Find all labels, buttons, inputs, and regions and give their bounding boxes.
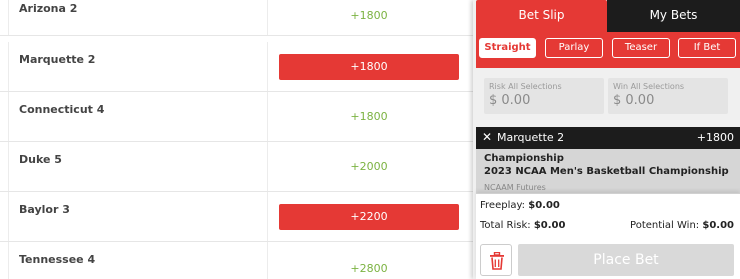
total-risk-summary: Total Risk: $0.00	[480, 220, 565, 231]
total-risk-value: $0.00	[533, 220, 566, 231]
clear-slip-button[interactable]	[480, 244, 512, 276]
selection-market: Championship	[484, 153, 564, 164]
win-all-value: $ 0.00	[613, 93, 655, 108]
team-name: Baylor 3	[19, 203, 70, 216]
odds-row: Tennessee 4 +2800	[0, 242, 476, 279]
tab-my-bets[interactable]: My Bets	[607, 0, 740, 32]
team-cell: Marquette 2	[8, 42, 268, 91]
team-cell: Arizona 2	[8, 0, 268, 35]
odds-button[interactable]: +1800	[279, 104, 459, 130]
team-name: Arizona 2	[19, 2, 78, 15]
odds-row: Marquette 2 +1800	[0, 42, 476, 92]
team-name: Duke 5	[19, 153, 62, 166]
team-cell: Baylor 3	[8, 192, 268, 241]
bet-slip-tabs: Bet Slip My Bets	[473, 0, 740, 32]
bet-type-if-bet[interactable]: If Bet	[678, 38, 736, 58]
potential-win-summary: Potential Win: $0.00	[630, 220, 734, 231]
odds-button[interactable]: +2800	[279, 256, 459, 279]
odds-button[interactable]: +2000	[279, 154, 459, 180]
freeplay-label: Freeplay:	[480, 200, 526, 211]
selection-event: 2023 NCAA Men's Basketball Championship	[484, 166, 729, 177]
selection-header: ✕ Marquette 2 +1800	[476, 127, 740, 149]
close-icon[interactable]: ✕	[482, 130, 492, 144]
selection-team: Marquette 2	[497, 131, 565, 144]
potential-win-value: $0.00	[702, 220, 734, 231]
bet-type-parlay[interactable]: Parlay	[545, 38, 603, 58]
odds-button[interactable]: +1800	[279, 3, 459, 29]
bet-slip-panel: Bet Slip My Bets Straight Parlay Teaser …	[473, 0, 740, 279]
risk-all-input[interactable]: Risk All Selections $ 0.00	[484, 78, 604, 114]
bet-type-bar: Straight Parlay Teaser If Bet	[476, 32, 740, 68]
odds-row: Duke 5 +2000	[0, 142, 476, 192]
team-name: Connecticut 4	[19, 103, 105, 116]
odds-button-selected[interactable]: +1800	[279, 54, 459, 80]
selection-odds: +1800	[696, 131, 734, 144]
selection-card: ✕ Marquette 2 +1800 Championship 2023 NC…	[476, 127, 740, 195]
tab-bet-slip[interactable]: Bet Slip	[476, 0, 607, 32]
place-bet-button[interactable]: Place Bet	[518, 244, 734, 276]
team-cell: Tennessee 4	[8, 242, 268, 279]
bet-type-straight[interactable]: Straight	[479, 38, 536, 58]
risk-all-label: Risk All Selections	[489, 82, 562, 91]
selection-league: NCAAM Futures	[484, 183, 546, 192]
team-name: Tennessee 4	[19, 253, 96, 266]
bet-slip-footer: Freeplay: $0.00 Total Risk: $0.00 Potent…	[476, 193, 740, 279]
team-cell: Duke 5	[8, 142, 268, 191]
bet-type-teaser[interactable]: Teaser	[612, 38, 670, 58]
team-name: Marquette 2	[19, 53, 96, 66]
win-all-label: Win All Selections	[613, 82, 685, 91]
odds-row: Arizona 2 +1800	[0, 0, 476, 36]
odds-row: Connecticut 4 +1800	[0, 92, 476, 142]
total-risk-label: Total Risk:	[480, 220, 531, 231]
trash-icon	[490, 252, 504, 270]
win-all-input[interactable]: Win All Selections $ 0.00	[608, 78, 728, 114]
freeplay-summary: Freeplay: $0.00	[480, 200, 560, 211]
odds-list: Arizona 2 +1800 Marquette 2 +1800 Connec…	[0, 0, 476, 279]
freeplay-value: $0.00	[528, 200, 560, 211]
odds-row: Baylor 3 +2200	[0, 192, 476, 242]
stake-inputs: Risk All Selections $ 0.00 Win All Selec…	[476, 68, 740, 124]
odds-button-selected[interactable]: +2200	[279, 204, 459, 230]
team-cell: Connecticut 4	[8, 92, 268, 141]
risk-all-value: $ 0.00	[489, 93, 531, 108]
potential-win-label: Potential Win:	[630, 220, 700, 231]
